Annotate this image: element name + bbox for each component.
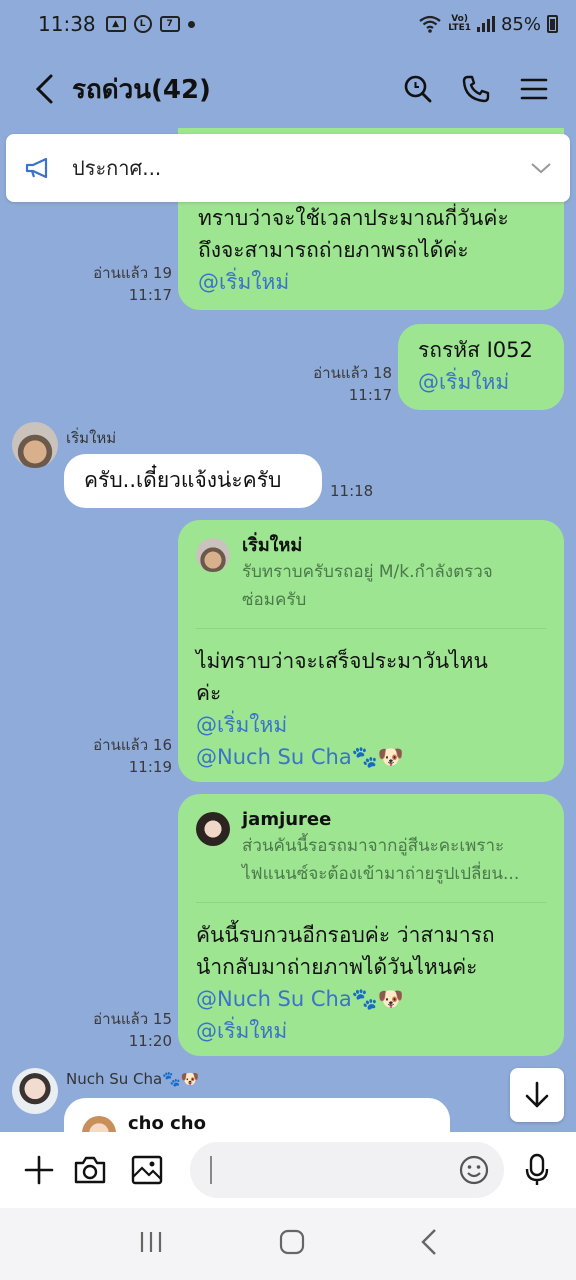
status-time: 11:38: [38, 12, 96, 36]
quote-text: รับทราบครับรถอยู่ M/k.กำลังตรวจ: [242, 562, 493, 582]
avatar[interactable]: [12, 1068, 58, 1114]
message-text: ทราบว่าจะใช้เวลาประมาณกี่วันค่ะ: [198, 206, 509, 230]
image-icon: [131, 1155, 163, 1185]
message-meta: อ่านแล้ว 19 11:17: [60, 262, 172, 306]
sender-name: Nuch Su Cha🐾🐶: [66, 1070, 200, 1088]
battery-icon: [547, 15, 558, 33]
quote-avatar: [196, 812, 230, 846]
mention-link[interactable]: @เริ่มใหม่: [198, 266, 546, 298]
reply-quote[interactable]: jamjuree ส่วนคันนี้รอรถมาจากอู่สีนะคะเพร…: [196, 808, 546, 903]
message-bubble-outgoing[interactable]: jamjuree ส่วนคันนี้รอรถมาจากอู่สีนะคะเพร…: [178, 794, 564, 1056]
chat-header: รถด่วน(42): [0, 48, 576, 130]
chevron-left-icon: [35, 74, 53, 104]
message-bubble-incoming[interactable]: ครับ..เดี๋ยวแจ้งน่ะครับ: [64, 454, 322, 508]
read-count: อ่านแล้ว 15: [93, 1010, 172, 1028]
emoji-button[interactable]: [452, 1148, 496, 1192]
quote-sender: cho cho: [128, 1113, 206, 1132]
signal-icon: [476, 16, 495, 32]
message-bubble-outgoing[interactable]: รถรหัส I052 @เริ่มใหม่: [398, 324, 564, 410]
emoji-icon: [459, 1155, 489, 1185]
chat-area[interactable]: ทราบว่าจะใช้เวลาประมาณกี่วันค่ะ ถึงจะสาม…: [0, 128, 576, 1132]
arrow-down-icon: [525, 1081, 549, 1108]
phone-icon: [462, 75, 490, 103]
message-time: 11:17: [348, 386, 392, 404]
avatar[interactable]: [12, 422, 58, 468]
recent-apps-button[interactable]: [138, 1230, 164, 1258]
announcement-text: ประกาศ...: [72, 156, 162, 180]
quote-text: ซ่อมครับ: [242, 590, 307, 610]
message-text: คันนี้รบกวนอีกรอบค่ะ ว่าสามารถ: [196, 923, 495, 947]
announcement-banner[interactable]: ประกาศ...: [6, 134, 570, 202]
system-nav-bar: [0, 1208, 576, 1280]
more-notifications-icon: [187, 20, 195, 28]
plus-icon: [24, 1155, 54, 1185]
message-text: นำกลับมาถ่ายภาพได้วันไหนค่ะ: [196, 955, 478, 979]
camera-icon: [74, 1156, 106, 1184]
message-time: 11:18: [330, 482, 374, 500]
quote-sender: jamjuree: [242, 809, 332, 830]
wifi-icon: [419, 15, 441, 33]
menu-button[interactable]: [512, 67, 556, 111]
microphone-icon: [525, 1153, 549, 1185]
scroll-to-bottom-button[interactable]: [510, 1068, 564, 1122]
megaphone-icon: [25, 157, 48, 179]
back-button[interactable]: [14, 59, 74, 119]
mention-link[interactable]: @เริ่มใหม่: [196, 709, 546, 741]
hamburger-menu-icon: [520, 78, 548, 100]
message-meta: อ่านแล้ว 15 11:20: [60, 1008, 172, 1052]
notification-icons: ▲ L 7: [105, 15, 195, 33]
quote-sender: เริ่มใหม่: [242, 535, 303, 556]
reply-quote[interactable]: เริ่มใหม่ รับทราบครับรถอยู่ M/k.กำลังตรว…: [196, 534, 546, 629]
mention-link[interactable]: @Nuch Su Cha🐾🐶: [196, 741, 546, 773]
message-text: ครับ..เดี๋ยวแจ้งน่ะครับ: [84, 468, 282, 492]
message-bubble-outgoing[interactable]: เริ่มใหม่ รับทราบครับรถอยู่ M/k.กำลังตรว…: [178, 520, 564, 782]
search-icon: [404, 75, 432, 103]
seven-eleven-notification-icon: 7: [159, 16, 180, 32]
text-cursor: [210, 1156, 212, 1184]
volte-icon: Vo) LTE1: [448, 14, 471, 33]
mention-link[interactable]: @เริ่มใหม่: [418, 366, 548, 398]
status-bar: 11:38 ▲ L 7 Vo) LTE1 85%: [0, 0, 576, 48]
read-count: อ่านแล้ว 16: [93, 736, 172, 754]
quote-avatar: [196, 538, 230, 572]
message-text: รถรหัส I052: [418, 338, 533, 362]
home-icon: [279, 1229, 305, 1255]
system-back-button[interactable]: [420, 1228, 438, 1260]
gallery-notification-icon: ▲: [105, 16, 126, 32]
quote-avatar: [82, 1116, 116, 1132]
read-count: อ่านแล้ว 18: [313, 364, 392, 382]
sender-name: เริ่มใหม่: [66, 429, 117, 447]
message-input-bar: [0, 1132, 576, 1208]
chat-title: รถด่วน(42): [72, 74, 211, 105]
message-time: 11:20: [128, 1032, 172, 1050]
quote-text: ส่วนคันนี้รอรถมาจากอู่สีนะคะเพราะ: [242, 836, 505, 856]
back-arrow-icon: [421, 1229, 437, 1255]
message-time: 11:19: [128, 758, 172, 776]
quote-text: ไฟแนนซ์จะต้องเข้ามาถ่ายรูปเปลี่ยน...: [242, 864, 520, 884]
mention-link[interactable]: @Nuch Su Cha🐾🐶: [196, 983, 546, 1015]
home-button[interactable]: [279, 1229, 305, 1259]
voice-button[interactable]: [515, 1148, 559, 1192]
message-text: ไม่ทราบว่าจะเสร็จประมาวันไหน: [196, 649, 488, 673]
add-button[interactable]: [17, 1148, 61, 1192]
recent-apps-icon: [140, 1232, 161, 1252]
message-text: ค่ะ: [196, 681, 222, 705]
message-meta: อ่านแล้ว 18 11:17: [280, 362, 392, 406]
call-button[interactable]: [454, 67, 498, 111]
battery-percent: 85%: [500, 13, 541, 35]
message-time: 11:17: [128, 286, 172, 304]
message-meta: อ่านแล้ว 16 11:19: [60, 734, 172, 778]
reply-quote[interactable]: cho cho: [82, 1112, 432, 1132]
message-bubble-incoming[interactable]: cho cho: [64, 1098, 450, 1132]
search-button[interactable]: [396, 67, 440, 111]
read-count: อ่านแล้ว 19: [93, 264, 172, 282]
camera-button[interactable]: [68, 1148, 112, 1192]
line-notification-icon: L: [133, 15, 152, 33]
mention-link[interactable]: @เริ่มใหม่: [196, 1015, 546, 1047]
gallery-button[interactable]: [125, 1148, 169, 1192]
message-text: ถึงจะสามารถถ่ายภาพรถได้ค่ะ: [198, 238, 469, 262]
chevron-down-icon[interactable]: [530, 161, 552, 175]
